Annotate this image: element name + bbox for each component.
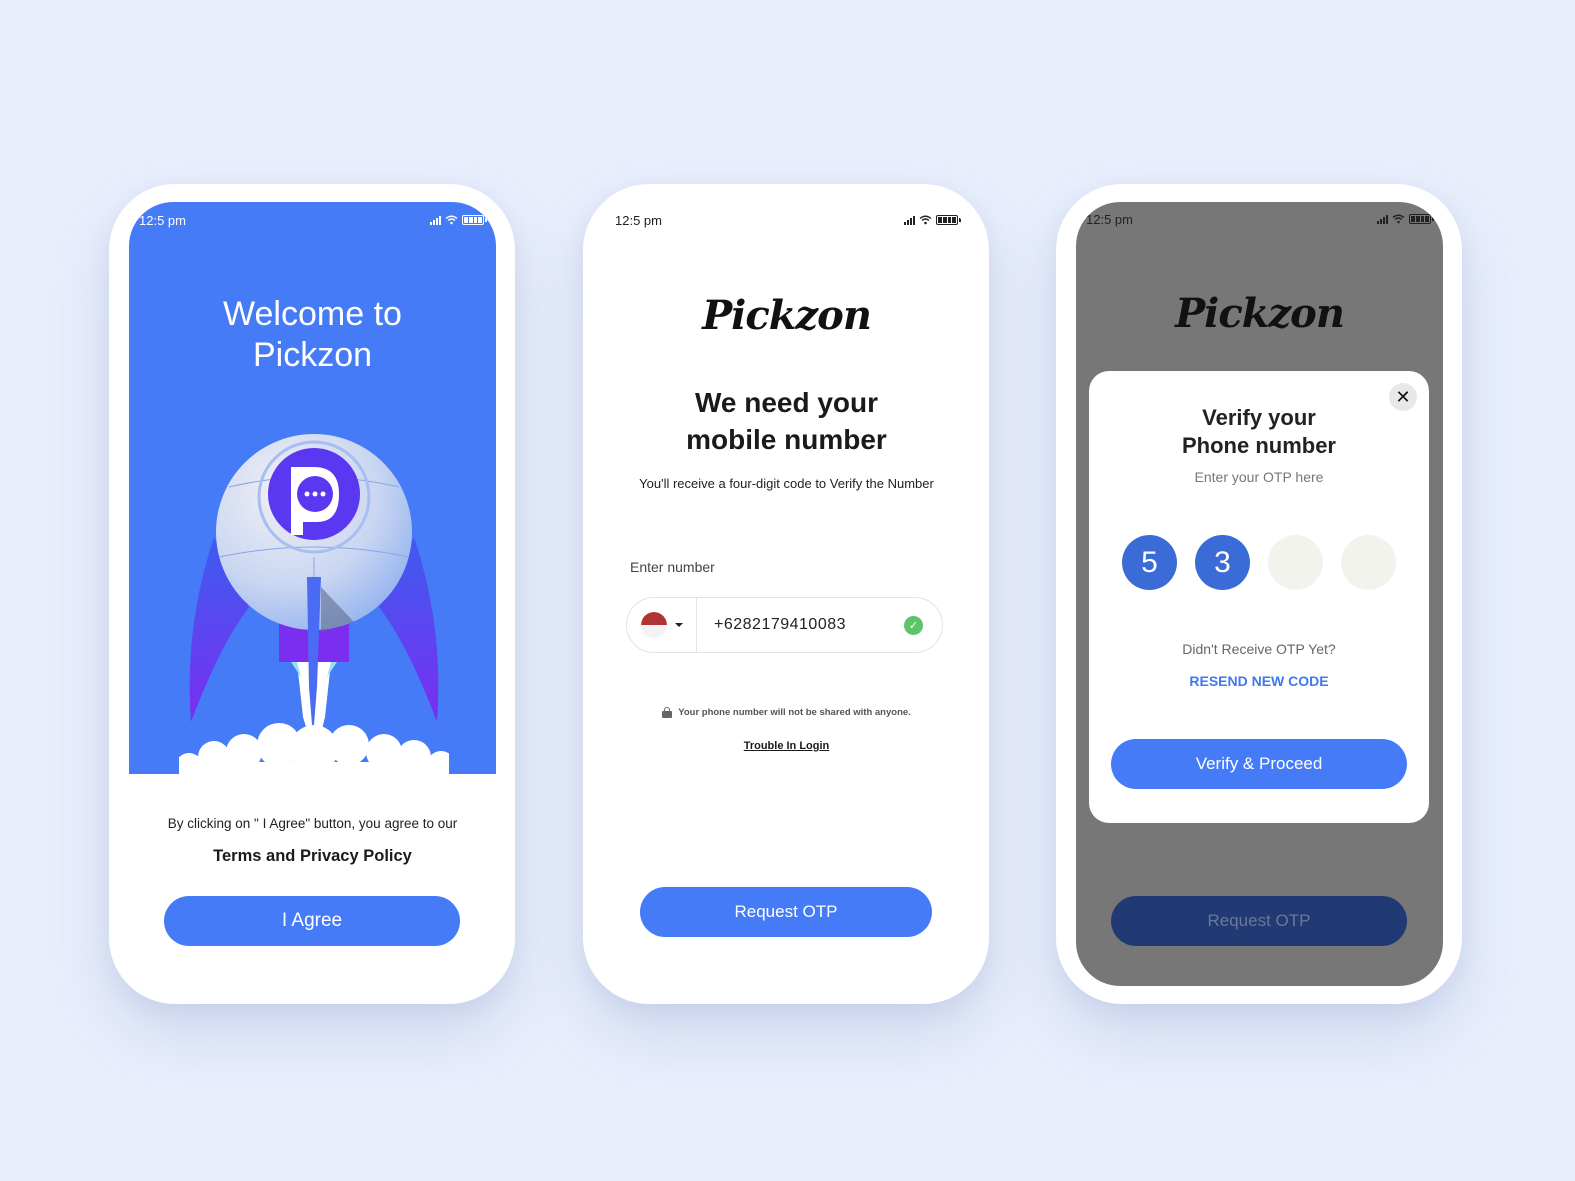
otp-input-group: 5 3	[1122, 535, 1396, 590]
wifi-icon	[1392, 214, 1405, 224]
i-agree-button[interactable]: I Agree	[164, 896, 460, 946]
request-otp-button-dimmed: Request OTP	[1111, 896, 1407, 946]
otp-digit-4[interactable]	[1341, 535, 1396, 590]
battery-icon	[936, 215, 961, 225]
welcome-title: Welcome to Pickzon	[223, 295, 402, 374]
phone-verify-otp-screen: 12:5 pm Pickzon Request OTP ✕ Verify you…	[1056, 184, 1462, 1004]
otp-digit-1[interactable]: 5	[1122, 535, 1177, 590]
didnt-receive-text: Didn't Receive OTP Yet?	[1182, 641, 1336, 657]
status-bar: 12:5 pm	[139, 211, 487, 229]
verify-proceed-button[interactable]: Verify & Proceed	[1111, 739, 1407, 789]
enter-number-label: Enter number	[630, 559, 715, 575]
privacy-note-text: Your phone number will not be shared wit…	[678, 707, 911, 718]
wifi-icon	[445, 215, 458, 225]
verify-otp-modal: ✕ Verify your Phone number Enter your OT…	[1089, 371, 1429, 823]
modal-subtitle: Enter your OTP here	[1194, 469, 1324, 485]
agree-disclaimer: By clicking on " I Agree" button, you ag…	[167, 816, 458, 831]
status-bar: 12:5 pm	[1086, 210, 1434, 228]
status-bar: 12:5 pm	[615, 211, 961, 229]
signal-icon	[1377, 214, 1388, 224]
check-circle-icon: ✓	[904, 615, 923, 635]
rocket-illustration	[179, 434, 449, 787]
pickzon-logo: Pickzon	[702, 292, 872, 339]
battery-icon	[1409, 214, 1434, 224]
wifi-icon	[919, 215, 932, 225]
otp-digit-3[interactable]	[1268, 535, 1323, 590]
trouble-in-login-link[interactable]: Trouble In Login	[603, 740, 970, 752]
status-time: 12:5 pm	[1086, 211, 1133, 227]
modal-title: Verify your Phone number	[1181, 405, 1336, 458]
phone-welcome-screen: 12:5 pm Welcome to Pickzon By clicking o…	[109, 184, 515, 1004]
verify-otp-screen: 12:5 pm Pickzon Request OTP ✕ Verify you…	[1076, 202, 1443, 986]
headline: We need your mobile number	[686, 387, 887, 455]
request-otp-button[interactable]: Request OTP	[640, 887, 932, 937]
pickzon-logo: Pickzon	[1175, 290, 1345, 337]
indonesia-flag-icon	[640, 612, 667, 638]
status-time: 12:5 pm	[139, 212, 186, 228]
country-selector[interactable]	[627, 598, 697, 652]
subtext: You'll receive a four-digit code to Veri…	[639, 476, 934, 491]
phone-number-value[interactable]: +6282179410083	[697, 616, 904, 634]
caret-down-icon	[674, 623, 683, 627]
terms-privacy-link[interactable]: Terms and Privacy Policy	[129, 847, 496, 866]
phone-mobile-number-screen: 12:5 pm Pickzon We need your mobile numb…	[583, 184, 989, 1004]
privacy-note: Your phone number will not be shared wit…	[603, 707, 970, 718]
mobile-number-screen: 12:5 pm Pickzon We need your mobile numb…	[603, 202, 970, 986]
signal-icon	[904, 215, 915, 225]
resend-code-link[interactable]: RESEND NEW CODE	[1089, 673, 1429, 689]
welcome-screen: 12:5 pm Welcome to Pickzon By clicking o…	[129, 202, 496, 986]
signal-icon	[430, 215, 441, 225]
battery-icon	[462, 215, 487, 225]
phone-number-field[interactable]: +6282179410083 ✓	[626, 597, 943, 653]
status-time: 12:5 pm	[615, 212, 662, 228]
otp-digit-2[interactable]: 3	[1195, 535, 1250, 590]
lock-icon	[662, 707, 673, 718]
